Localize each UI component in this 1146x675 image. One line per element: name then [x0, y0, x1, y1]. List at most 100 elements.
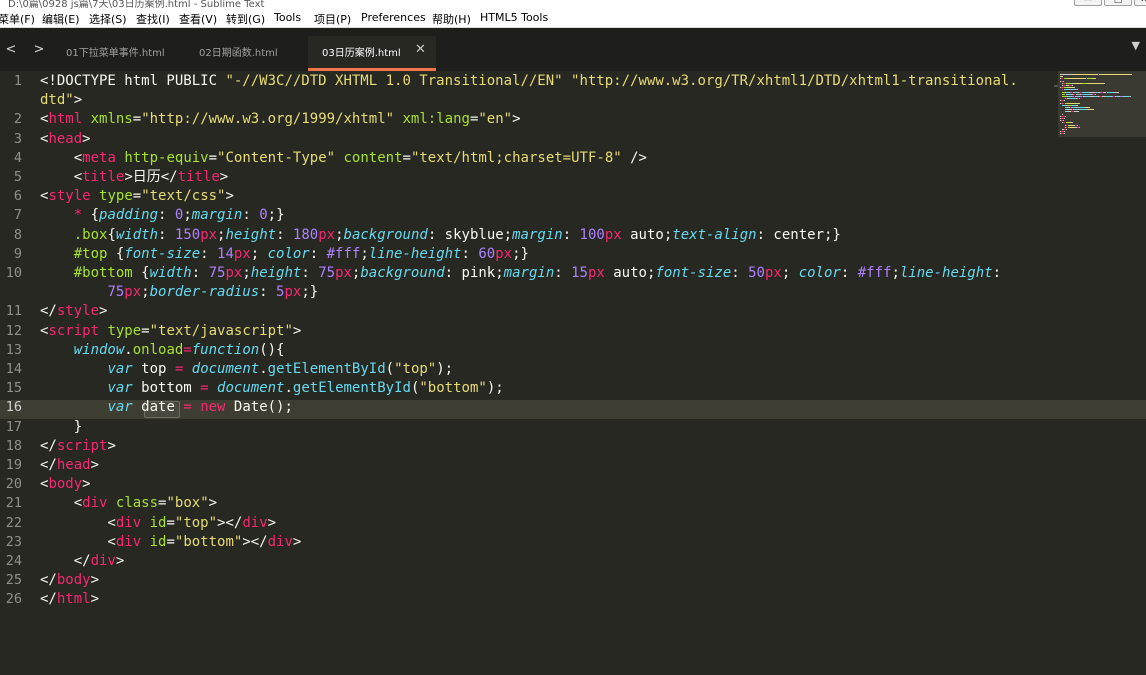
- code-line[interactable]: </style>: [40, 302, 107, 321]
- code-token: :: [242, 207, 260, 224]
- line-number: 10: [5, 265, 22, 281]
- minimap-segment: [1065, 129, 1067, 130]
- line-number: 20: [5, 476, 22, 493]
- code-token: <: [40, 149, 83, 166]
- menu-preferences[interactable]: Preferences: [361, 11, 426, 24]
- code-line[interactable]: </div>: [40, 552, 125, 571]
- minimap-segment: [1094, 78, 1096, 80]
- code-line[interactable]: <style type="text/css">: [40, 187, 234, 206]
- code-token: >: [512, 111, 521, 128]
- code-line[interactable]: var bottom = document.getElementById("bo…: [40, 379, 503, 398]
- code-line[interactable]: </script>: [40, 437, 116, 456]
- menu-select[interactable]: 选择(S): [89, 11, 127, 27]
- code-line[interactable]: #bottom {width: 75px;height: 75px;backgr…: [40, 264, 1001, 283]
- code-token: class: [115, 495, 159, 512]
- code-token: 50: [748, 265, 765, 281]
- minimap-segment: [1068, 102, 1079, 104]
- code-line[interactable]: <!DOCTYPE html PUBLIC "-//W3C//DTD XHTML…: [40, 72, 1018, 91]
- code-token: :: [461, 245, 479, 262]
- code-line[interactable]: }: [40, 418, 82, 437]
- minimap-segment: [1072, 122, 1073, 124]
- code-line[interactable]: <title>日历</title>: [40, 168, 229, 187]
- code-text[interactable]: <!DOCTYPE html PUBLIC "-//W3C//DTD XHTML…: [40, 71, 1060, 675]
- menu-find[interactable]: 查找(I): [136, 11, 170, 27]
- line-number: 17: [5, 418, 22, 435]
- code-token: </: [40, 572, 57, 589]
- close-window-button[interactable]: ✕: [1134, 0, 1146, 6]
- line-number: 14: [5, 361, 22, 377]
- code-token: .: [124, 341, 133, 358]
- code-line[interactable]: <div id="bottom"></div>: [40, 533, 301, 552]
- minimap-segment: [1087, 82, 1103, 84]
- code-token: xml:lang: [402, 111, 470, 128]
- code-token: ;: [335, 226, 344, 243]
- menu-file[interactable]: 菜单(F): [0, 11, 35, 27]
- line-number: 15: [5, 380, 22, 397]
- code-token: <: [40, 495, 83, 512]
- code-token: <: [40, 533, 116, 550]
- code-line[interactable]: <body>: [40, 475, 91, 494]
- tab-list-dropdown-icon[interactable]: ▼: [1132, 39, 1140, 52]
- code-token: "text/css": [141, 188, 226, 205]
- code-token: "-//W3C//DTD XHTML 1.0 Transitional//EN": [225, 73, 563, 89]
- code-token: <!DOCTYPE html PUBLIC: [40, 73, 226, 89]
- code-line[interactable]: #top {font-size: 14px; color: #fff;line-…: [40, 245, 529, 264]
- code-line[interactable]: .box{width: 150px;height: 180px;backgrou…: [40, 226, 841, 245]
- code-line[interactable]: <div id="top"></div>: [40, 514, 276, 533]
- code-token: </: [40, 457, 57, 473]
- code-token: div: [115, 533, 142, 550]
- minimap-segment: [1062, 93, 1065, 95]
- minimap-segment: [1063, 131, 1065, 133]
- nav-forward-button[interactable]: >: [28, 39, 50, 61]
- line-number: 16: [5, 399, 22, 416]
- code-line[interactable]: <html xmlns="http://www.w3.org/1999/xhtm…: [40, 110, 521, 129]
- tab-bar: < > 01下拉菜单事件.html 02日期函数.html 03日历案例.htm…: [0, 28, 1146, 71]
- code-line[interactable]: <script type="text/javascript">: [40, 322, 301, 341]
- minimap[interactable]: [1058, 71, 1146, 137]
- code-line[interactable]: </body>: [40, 571, 99, 590]
- line-number: 6: [13, 188, 22, 205]
- code-line[interactable]: window.onload=function(){: [40, 341, 285, 360]
- code-token: padding: [99, 207, 159, 224]
- code-line[interactable]: dtd">: [40, 91, 82, 110]
- code-token: :: [309, 245, 327, 262]
- line-number: 22: [5, 514, 22, 531]
- code-line[interactable]: </html>: [40, 590, 99, 609]
- code-editor[interactable]: 1 2 3 4 5 6 7 8 9 10 11 12 13 14 15 16 17 18 19 20 21 22 23 24 2…: [0, 71, 1146, 675]
- nav-back-button[interactable]: <: [0, 39, 22, 61]
- code-line[interactable]: <meta http-equiv="Content-Type" content=…: [40, 149, 647, 168]
- line-number: 12: [5, 322, 22, 339]
- tab-file-1[interactable]: 01下拉菜单事件.html: [56, 36, 184, 71]
- menu-project[interactable]: 项目(P): [314, 11, 351, 27]
- code-token: ;: [891, 265, 900, 281]
- minimize-button[interactable]: —: [1074, 0, 1102, 6]
- minimap-segment: [1089, 107, 1091, 108]
- code-token: ></: [242, 533, 268, 550]
- tab-close-icon[interactable]: ✕: [415, 42, 426, 57]
- code-line[interactable]: <div class="box">: [40, 494, 217, 513]
- minimap-segment: [1078, 102, 1080, 104]
- tab-file-2[interactable]: 02日期函数.html: [186, 36, 306, 71]
- code-line[interactable]: var date = new Date();: [40, 398, 292, 417]
- menu-edit[interactable]: 编辑(E): [42, 11, 80, 27]
- code-line[interactable]: 75px;border-radius: 5px;}: [40, 283, 318, 302]
- code-line[interactable]: var top = document.getElementById("top")…: [40, 360, 453, 379]
- maximize-button[interactable]: □: [1104, 0, 1132, 6]
- line-number: 24: [5, 553, 22, 569]
- tab-file-3-active[interactable]: 03日历案例.html ✕: [308, 36, 436, 71]
- code-line[interactable]: </head>: [40, 456, 99, 475]
- code-token: =: [166, 514, 175, 531]
- code-token: script: [56, 437, 108, 454]
- menu-html5-tools[interactable]: HTML5 Tools: [480, 11, 548, 24]
- code-token: ;: [781, 265, 799, 281]
- menu-goto[interactable]: 转到(G): [226, 11, 265, 27]
- line-number: 5: [13, 169, 22, 185]
- menu-tools[interactable]: Tools: [274, 11, 301, 24]
- menu-view[interactable]: 查看(V): [179, 11, 217, 27]
- code-line[interactable]: * {padding: 0;margin: 0;}: [40, 206, 285, 225]
- menu-help[interactable]: 帮助(H): [432, 11, 471, 27]
- code-token: document: [217, 380, 285, 397]
- code-line[interactable]: <head>: [40, 130, 91, 149]
